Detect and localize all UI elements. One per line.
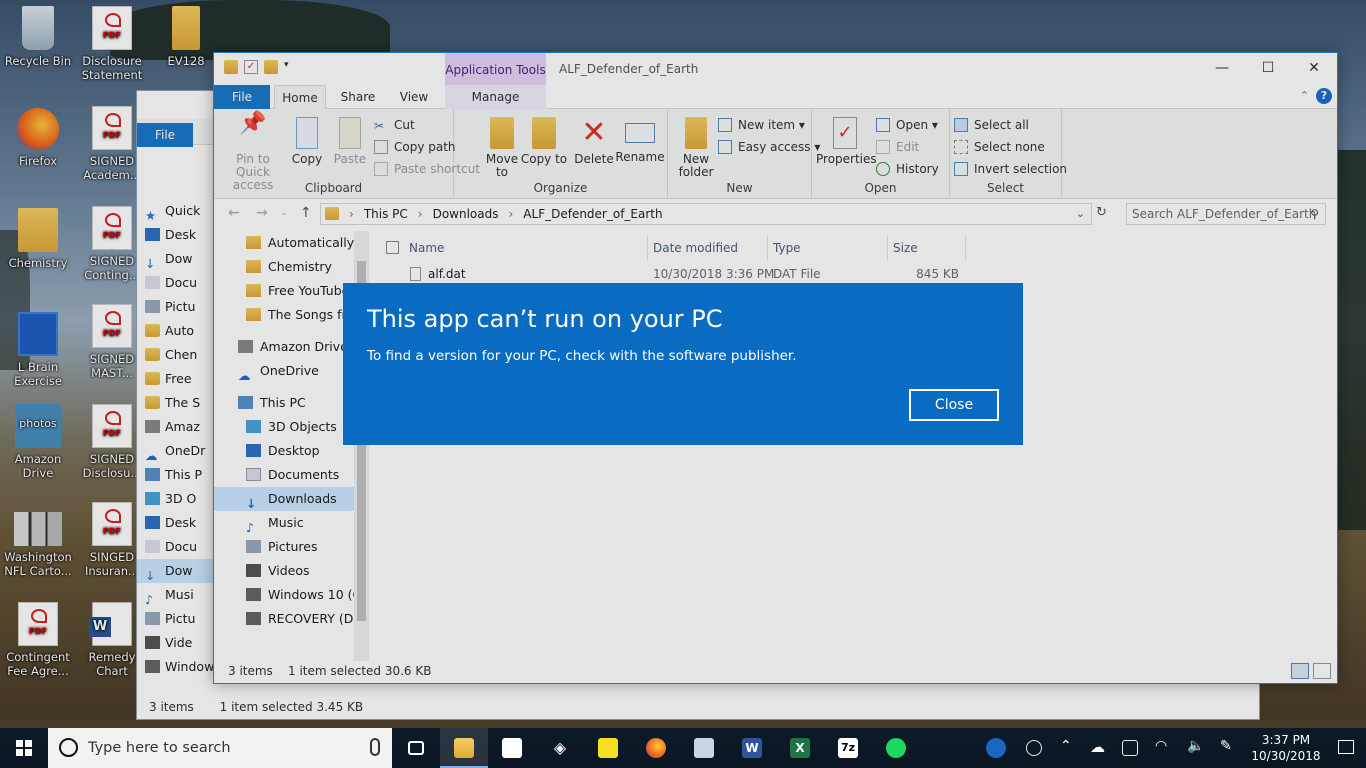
firefox-icon xyxy=(646,738,666,758)
system-tray: ⌃ ☁ ◠ 🔈 ✎ 3:37 PM 10/30/2018 xyxy=(974,728,1366,768)
sticky-notes-icon xyxy=(598,738,618,758)
taskbar-sticky-notes[interactable] xyxy=(584,728,632,768)
microphone-icon[interactable] xyxy=(370,738,380,756)
taskbar-photos-app[interactable] xyxy=(680,728,728,768)
tray-people[interactable] xyxy=(1018,728,1050,768)
excel-icon: X xyxy=(790,738,810,758)
spotify-icon xyxy=(886,738,906,758)
action-center-button[interactable] xyxy=(1326,728,1366,768)
taskbar-7zip[interactable]: 7z xyxy=(824,728,872,768)
speaker-icon: 🔈 xyxy=(1187,738,1205,754)
dropbox-icon: ◈ xyxy=(553,738,567,757)
tray-pen[interactable]: ✎ xyxy=(1210,728,1246,768)
chevron-up-icon: ⌃ xyxy=(1060,738,1072,754)
taskbar-firefox[interactable] xyxy=(632,728,680,768)
help-icon xyxy=(986,738,1006,758)
taskbar: Type here to search ◈ W X 7z ⌃ ☁ ◠ 🔈 ✎ 3… xyxy=(0,728,1366,768)
people-icon xyxy=(1026,740,1042,756)
dialog-title: This app can’t run on your PC xyxy=(367,305,723,333)
network-adapter-icon xyxy=(1122,740,1138,756)
tray-help[interactable] xyxy=(974,728,1018,768)
word-icon: W xyxy=(742,738,762,758)
taskbar-spotify[interactable] xyxy=(872,728,920,768)
7zip-icon: 7z xyxy=(838,738,858,758)
task-view-button[interactable] xyxy=(392,728,440,768)
taskbar-excel[interactable]: X xyxy=(776,728,824,768)
tray-onedrive[interactable]: ☁ xyxy=(1082,728,1114,768)
notification-icon xyxy=(1338,740,1354,754)
tray-wifi[interactable]: ◠ xyxy=(1146,728,1178,768)
clock-date: 10/30/2018 xyxy=(1251,749,1321,763)
file-explorer-icon xyxy=(454,738,474,758)
clock-time: 3:37 PM xyxy=(1261,733,1311,747)
store-icon xyxy=(502,738,522,758)
clock[interactable]: 3:37 PM 10/30/2018 xyxy=(1246,732,1326,764)
start-button[interactable] xyxy=(0,728,48,768)
taskbar-microsoft-store[interactable] xyxy=(488,728,536,768)
task-view-icon xyxy=(408,741,424,755)
cloud-icon: ☁ xyxy=(1090,738,1105,756)
tray-network-adapter[interactable] xyxy=(1114,728,1146,768)
taskbar-file-explorer[interactable] xyxy=(440,728,488,768)
tray-volume[interactable]: 🔈 xyxy=(1178,728,1210,768)
photos-app-icon xyxy=(694,738,714,758)
close-button[interactable]: Close xyxy=(909,389,999,421)
dialog-message: To find a version for your PC, check wit… xyxy=(367,348,797,364)
wifi-icon: ◠ xyxy=(1155,738,1168,754)
tray-show-hidden[interactable]: ⌃ xyxy=(1050,728,1082,768)
pen-icon: ✎ xyxy=(1220,738,1232,754)
windows-logo-icon xyxy=(16,740,32,756)
taskbar-search-box[interactable]: Type here to search xyxy=(48,728,392,768)
taskbar-word[interactable]: W xyxy=(728,728,776,768)
cortana-icon xyxy=(59,738,78,757)
taskbar-dropbox[interactable]: ◈ xyxy=(536,728,584,768)
app-cant-run-dialog: This app can’t run on your PC To find a … xyxy=(343,283,1023,445)
